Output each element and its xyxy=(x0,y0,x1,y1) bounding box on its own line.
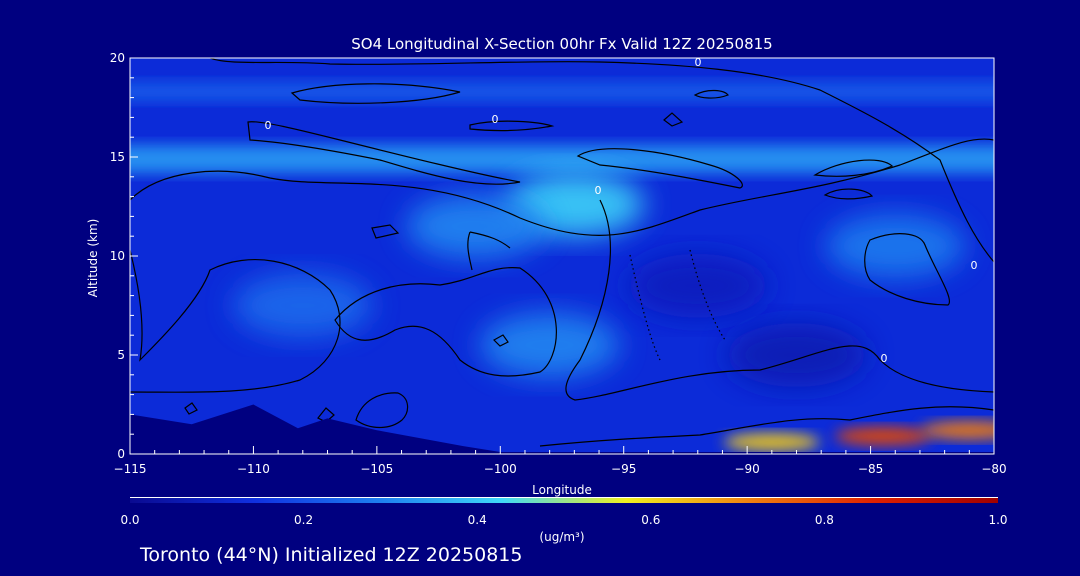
y-tick-label-5: 20 xyxy=(110,51,125,65)
x-tick-label-7: −85 xyxy=(858,462,883,476)
contour-label-3: 0 xyxy=(595,184,602,197)
x-tick-label-3: −105 xyxy=(360,462,393,476)
x-tick-label-5: −95 xyxy=(611,462,636,476)
field-feature-8 xyxy=(627,253,768,318)
colorbar-tick-label-5: 0.8 xyxy=(815,513,834,527)
colorbar-tick-label-3: 0.4 xyxy=(468,513,487,527)
field-feature-9 xyxy=(825,214,966,279)
field-feature-10 xyxy=(723,433,820,452)
colorbar-tick-label-6: 1.0 xyxy=(988,513,1007,527)
contour-label-5: 0 xyxy=(971,259,978,272)
y-tick-label-1: 0 xyxy=(117,447,125,461)
y-tick-label-3: 10 xyxy=(110,249,125,263)
colorbar-tick-label-4: 0.6 xyxy=(641,513,660,527)
y-tick-label-4: 15 xyxy=(110,150,125,164)
x-tick-label-8: −80 xyxy=(981,462,1006,476)
field-feature-7 xyxy=(726,323,867,387)
colorbar-ticks: 0.0 0.2 0.4 0.6 0.8 1.0 xyxy=(120,513,1007,527)
field-feature-1 xyxy=(130,145,994,173)
colorbar-tick-label-2: 0.2 xyxy=(294,513,313,527)
field-feature-6 xyxy=(232,273,373,338)
field-feature-12 xyxy=(921,421,994,440)
chart-title: SO4 Longitudinal X-Section 00hr Fx Valid… xyxy=(351,35,772,53)
contour-label-2: 0 xyxy=(492,113,499,126)
field-feature-4 xyxy=(405,194,546,259)
colorbar-label: (ug/m³) xyxy=(539,530,584,544)
contour-label-1: 0 xyxy=(265,119,272,132)
footer-text: Toronto (44°N) Initialized 12Z 20250815 xyxy=(139,544,523,566)
y-axis-label: Altitude (km) xyxy=(86,219,100,298)
colorbar-bar xyxy=(130,498,998,503)
contour-label-6: 0 xyxy=(881,352,888,365)
plot-area xyxy=(130,58,994,454)
x-tick-label-6: −90 xyxy=(734,462,759,476)
colorbar-tick-label-1: 0.0 xyxy=(120,513,139,527)
cross-section-figure: SO4 Longitudinal X-Section 00hr Fx Valid… xyxy=(86,35,1008,566)
x-tick-label-4: −100 xyxy=(484,462,517,476)
x-tick-label-1: −115 xyxy=(114,462,147,476)
field-feature-2 xyxy=(130,81,994,102)
y-tick-label-2: 5 xyxy=(117,348,125,362)
x-axis-label: Longitude xyxy=(532,483,592,497)
x-tick-label-2: −110 xyxy=(237,462,270,476)
field-feature-11 xyxy=(834,427,931,446)
